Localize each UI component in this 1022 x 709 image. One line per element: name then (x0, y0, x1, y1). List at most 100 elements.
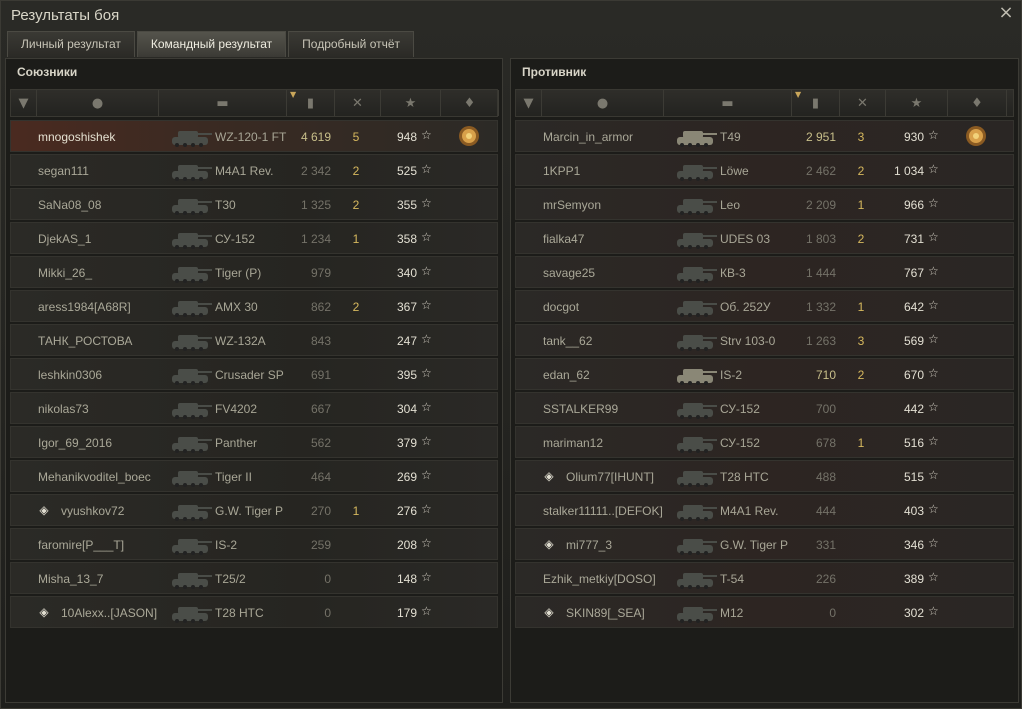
player-row[interactable]: edan_62 IS-2 710 2 670 ☆ (515, 358, 1014, 390)
tank-silhouette-icon (172, 539, 212, 555)
tank-silhouette-icon (677, 539, 717, 555)
damage-value: 562 (310, 436, 331, 450)
player-name: 10Alexx..[JASON] (61, 606, 158, 620)
header-medal-column[interactable]: ♦ (441, 90, 499, 116)
player-name: leshkin0306 (38, 368, 103, 382)
player-row[interactable]: 1KPP1 Löwe 2 462 2 1 034 ☆ (515, 154, 1014, 186)
damage-value: 2 951 (805, 130, 836, 144)
player-row[interactable]: Ezhik_metkiy[DOSO] T-54 226 389 ☆ (515, 562, 1014, 594)
player-row[interactable]: leshkin0306 Crusader SP 691 395 ☆ (10, 358, 498, 390)
damage-value: 862 (310, 300, 331, 314)
clan-diamond-icon: ◈ (544, 469, 554, 483)
tank-name: WZ-132A (215, 334, 266, 348)
tab-0[interactable]: Личный результат (7, 31, 135, 57)
player-row[interactable]: Marcin_in_armor T49 2 951 3 930 ☆ (515, 120, 1014, 152)
tank-silhouette-icon (172, 471, 212, 487)
player-row[interactable]: tank__62 Strv 103-0 1 263 3 569 ☆ (515, 324, 1014, 356)
tank-image (169, 361, 213, 387)
player-row[interactable]: stalker11111..[DEFOK] M4A1 Rev. 444 403 ☆ (515, 494, 1014, 526)
xp-star-icon: ☆ (928, 162, 939, 176)
xp-star-icon: ☆ (421, 570, 432, 584)
player-row[interactable]: docgot Об. 252У 1 332 1 642 ☆ (515, 290, 1014, 322)
header-xp-star-column[interactable]: ★ (886, 90, 948, 116)
tank-name: СУ-152 (720, 402, 760, 416)
xp-value: 340 (396, 266, 417, 280)
tank-name: FV4202 (215, 402, 258, 416)
player-row[interactable]: Igor_69_2016 Panther 562 379 ☆ (10, 426, 498, 458)
medal-badge[interactable] (458, 125, 480, 147)
player-row[interactable]: mariman12 СУ-152 678 1 516 ☆ (515, 426, 1014, 458)
header-frags-column[interactable]: ✕ (840, 90, 886, 116)
tank-name: IS-2 (720, 368, 743, 382)
tank-silhouette-icon (677, 437, 717, 453)
xp-star-icon: ☆ (928, 298, 939, 312)
close-icon[interactable]: × (997, 4, 1015, 22)
header-damage-column[interactable]: ▮ ▼ (792, 90, 840, 116)
tab-1[interactable]: Командный результат (136, 31, 287, 57)
player-name: Olium77[IHUNT] (566, 470, 655, 484)
player-row[interactable]: Mehanikvoditel_boec Tiger II 464 269 ☆ (10, 460, 498, 492)
player-row[interactable]: SSTALKER99 СУ-152 700 442 ☆ (515, 392, 1014, 424)
player-row[interactable]: DjekAS_1 СУ-152 1 234 1 358 ☆ (10, 222, 498, 254)
player-row[interactable]: ◈ mi777_3 G.W. Tiger P 331 346 ☆ (515, 528, 1014, 560)
player-row[interactable]: nikolas73 FV4202 667 304 ☆ (10, 392, 498, 424)
player-name: stalker11111..[DEFOK] (543, 504, 663, 518)
player-name: nikolas73 (38, 402, 89, 416)
player-row[interactable]: savage25 КВ-3 1 444 767 ☆ (515, 256, 1014, 288)
tank-image (169, 395, 213, 421)
tank-silhouette-icon (172, 607, 212, 623)
player-row[interactable]: mnogoshishek WZ-120-1 FT 4 619 5 948 ☆ (10, 120, 498, 152)
header-medal-column[interactable]: ♦ (948, 90, 1007, 116)
header-tank-column[interactable]: ▬ (159, 90, 287, 116)
player-row[interactable]: ◈ 10Alexx..[JASON] T28 HTC 0 179 ☆ (10, 596, 498, 628)
header-tank-column[interactable]: ▬ (664, 90, 792, 116)
player-row[interactable]: fialka47 UDES 03 1 803 2 731 ☆ (515, 222, 1014, 254)
player-row[interactable]: segan111 M4A1 Rev. 2 342 2 525 ☆ (10, 154, 498, 186)
tank-image (674, 361, 718, 387)
damage-value: 1 325 (300, 198, 331, 212)
medal-badge[interactable] (965, 125, 987, 147)
player-row[interactable]: ◈ Olium77[IHUNT] T28 HTC 488 515 ☆ (515, 460, 1014, 492)
damage-value: 0 (324, 572, 331, 586)
xp-star-icon: ★ (404, 95, 417, 111)
xp-value: 304 (396, 402, 417, 416)
header-damage-column[interactable]: ▮ ▼ (287, 90, 335, 116)
tank-name: M4A1 Rev. (720, 504, 779, 518)
tab-2[interactable]: Подробный отчёт (288, 31, 415, 57)
player-row[interactable]: SaNa08_08 T30 1 325 2 355 ☆ (10, 188, 498, 220)
frags-icon: ✕ (857, 95, 868, 111)
xp-value: 355 (396, 198, 417, 212)
tank-silhouette-icon (677, 301, 717, 317)
player-row[interactable]: ТАНК_РОСТОВА WZ-132A 843 247 ☆ (10, 324, 498, 356)
header-squad-column[interactable]: ▼ (11, 90, 37, 116)
xp-star-icon: ☆ (421, 264, 432, 278)
header-frags-column[interactable]: ✕ (335, 90, 381, 116)
player-row[interactable]: aress1984[A68R] AMX 30 862 2 367 ☆ (10, 290, 498, 322)
header-player-column[interactable]: ● (542, 90, 664, 116)
xp-value: 642 (903, 300, 924, 314)
tank-name: Tiger (P) (215, 266, 262, 280)
player-row[interactable]: Mikki_26_ Tiger (P) 979 340 ☆ (10, 256, 498, 288)
tank-silhouette-icon (172, 233, 212, 249)
damage-value: 259 (310, 538, 331, 552)
medal-icon: ♦ (971, 95, 983, 111)
header-player-column[interactable]: ● (37, 90, 159, 116)
player-row[interactable]: faromire[P___T] IS-2 259 208 ☆ (10, 528, 498, 560)
header-squad-column[interactable]: ▼ (516, 90, 542, 116)
player-row[interactable]: ◈ vyushkov72 G.W. Tiger P 270 1 276 ☆ (10, 494, 498, 526)
xp-value: 516 (903, 436, 924, 450)
xp-star-icon: ☆ (928, 196, 939, 210)
player-name: mi777_3 (566, 538, 613, 552)
player-row[interactable]: Misha_13_7 T25/2 0 148 ☆ (10, 562, 498, 594)
sort-indicator-icon: ▼ (795, 90, 802, 99)
xp-value: 395 (396, 368, 417, 382)
player-row[interactable]: mrSemyon Leo 2 209 1 966 ☆ (515, 188, 1014, 220)
medal-icon (966, 126, 986, 146)
tank-image (674, 531, 718, 557)
xp-star-icon: ☆ (421, 230, 432, 244)
xp-star-icon: ☆ (421, 196, 432, 210)
player-row[interactable]: ◈ SKIN89[_SEA] M12 0 302 ☆ (515, 596, 1014, 628)
tank-image (674, 599, 718, 625)
header-xp-star-column[interactable]: ★ (381, 90, 441, 116)
xp-value: 358 (396, 232, 417, 246)
